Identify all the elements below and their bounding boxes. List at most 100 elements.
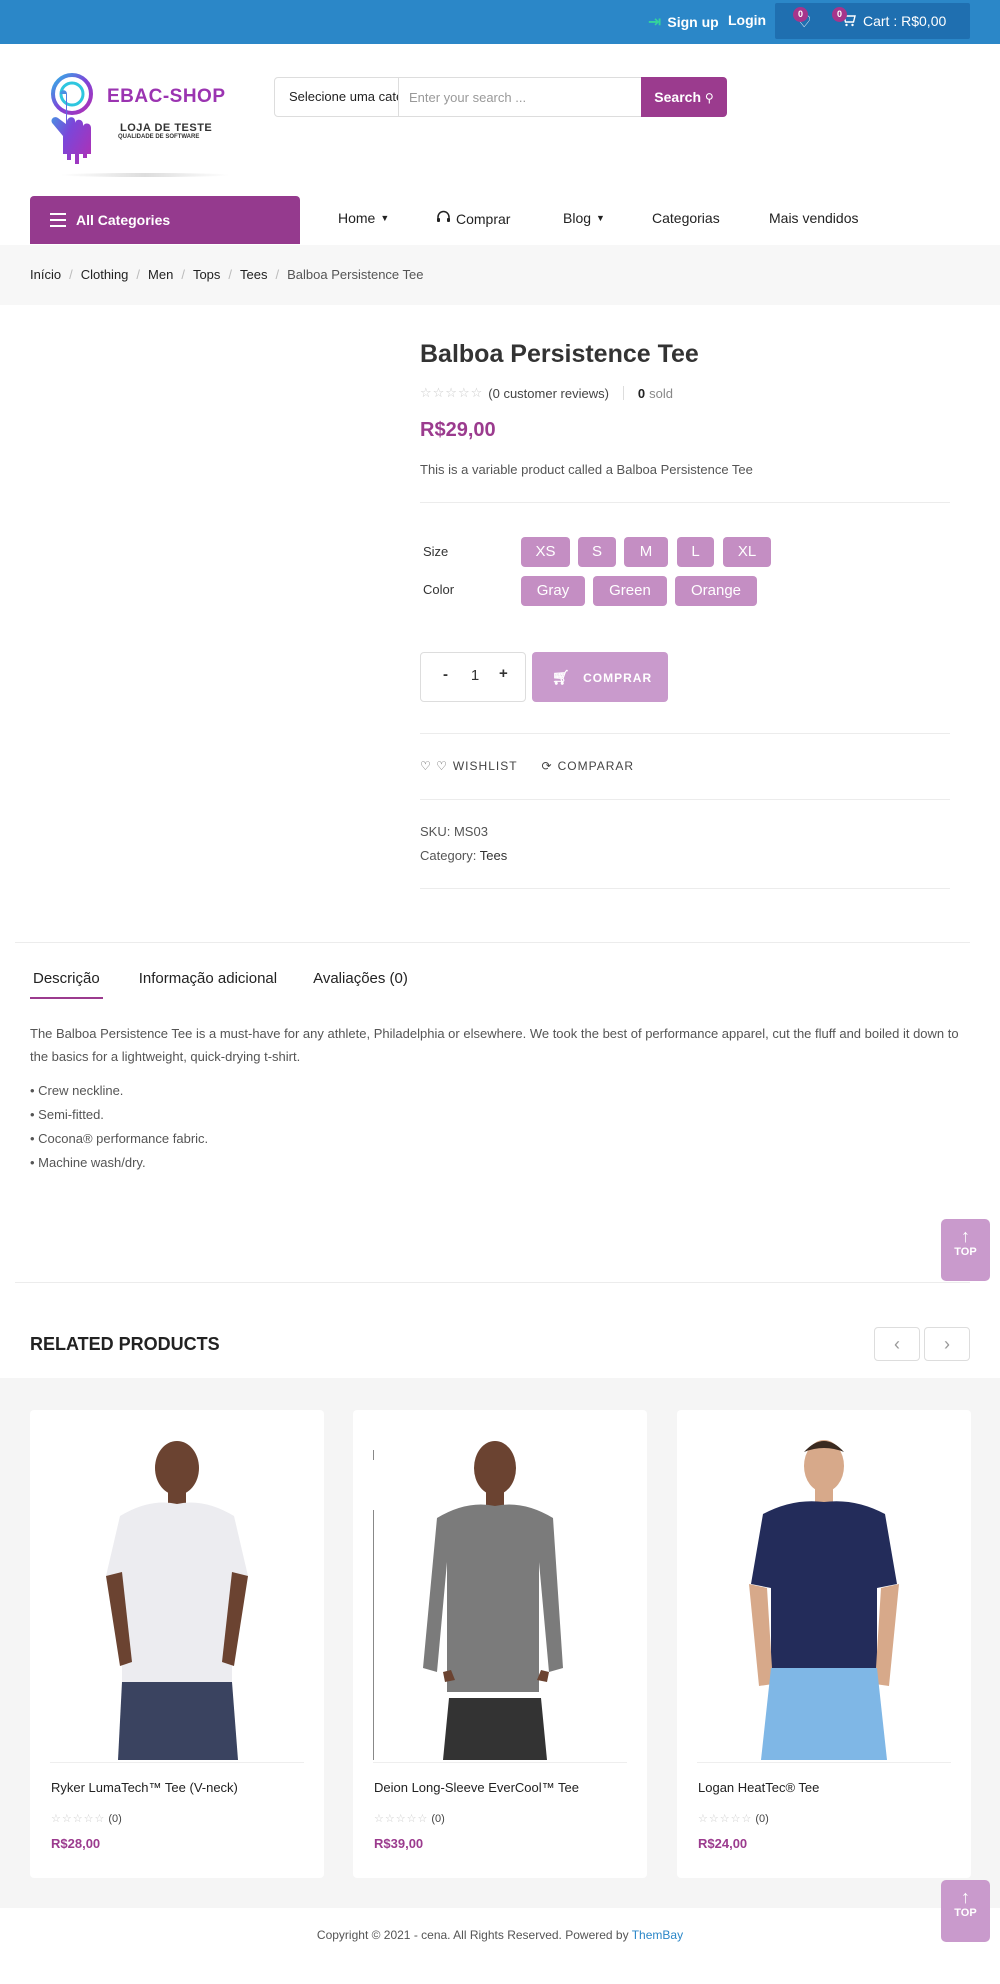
compare-button[interactable]: ⟳ COMPARAR (542, 759, 635, 773)
size-option-m[interactable]: M (624, 537, 668, 567)
breadcrumb-separator: / (228, 267, 233, 282)
logo-hand-icon (51, 73, 93, 164)
divider (420, 502, 950, 503)
carousel-prev-button[interactable]: ‹ (874, 1327, 920, 1361)
product-card[interactable]: Ryker LumaTech™ Tee (V-neck) ☆☆☆☆☆ (0) R… (30, 1410, 324, 1878)
cart-box[interactable]: ♡ 0 0 Cart : R$0,00 (775, 3, 970, 39)
product-card[interactable]: Deion Long-Sleeve EverCool™ Tee ☆☆☆☆☆ (0… (353, 1410, 647, 1878)
heart-icon: ♡ ♡ (420, 759, 448, 773)
breadcrumb-item-tops[interactable]: Tops (193, 267, 220, 282)
signup-link[interactable]: ⇥ Sign up (648, 12, 719, 32)
product-title: Balboa Persistence Tee (420, 340, 699, 368)
sold-count: 0 (637, 385, 646, 401)
size-option-l[interactable]: L (677, 537, 714, 567)
rating-stars-icon: ☆☆☆☆☆ (51, 1813, 106, 1825)
cart-total[interactable]: Cart : R$0,00 (863, 13, 946, 29)
customer-reviews-link[interactable]: (0 customer reviews) (488, 386, 609, 401)
divider (420, 733, 950, 734)
compare-label: COMPARAR (557, 759, 635, 773)
breadcrumb-item-clothing[interactable]: Clothing (81, 267, 129, 282)
product-short-description: This is a variable product called a Balb… (420, 462, 753, 477)
product-image[interactable] (50, 1430, 304, 1760)
category-select[interactable]: Selecione uma categoria (275, 78, 399, 116)
product-actions: ♡ ♡ WISHLIST ⟳ COMPARAR (420, 759, 634, 773)
breadcrumb-item-tees[interactable]: Tees (240, 267, 267, 282)
divider (420, 888, 950, 889)
footer: Copyright © 2021 - cena. All Rights Rese… (0, 1928, 1000, 1942)
breadcrumb: Início / Clothing / Men / Tops / Tees / Balbo… (30, 267, 424, 282)
buy-button[interactable]: 🛒︎ COMPRAR (532, 652, 668, 702)
product-rating: ☆☆☆☆☆ (0) (51, 1812, 122, 1825)
tab-avaliacoes[interactable]: Avaliações (0) (313, 970, 408, 999)
product-name[interactable]: Ryker LumaTech™ Tee (V-neck) (51, 1780, 238, 1795)
nav-comprar[interactable]: Comprar (436, 210, 510, 227)
product-rating: ☆☆☆☆☆ (0) (374, 1812, 445, 1825)
copyright-text: Copyright © 2021 - cena. All Rights Rese… (316, 1928, 632, 1942)
product-price: R$29,00 (420, 419, 496, 441)
divider (15, 942, 970, 943)
nav-home[interactable]: Home ▼ (338, 210, 389, 226)
qty-decrease-button[interactable]: - (443, 666, 448, 683)
product-image[interactable] (373, 1430, 627, 1760)
thembay-link[interactable]: ThemBay (632, 1928, 683, 1942)
tab-descricao[interactable]: Descrição (30, 970, 103, 999)
wishlist-count-badge: 0 (793, 7, 808, 22)
nav-mais-vendidos[interactable]: Mais vendidos (769, 210, 859, 226)
card-divider (50, 1762, 304, 1763)
tab-informacao-adicional[interactable]: Informação adicional (139, 970, 277, 999)
search-icon: ⚲ (704, 91, 714, 105)
nav-categorias[interactable]: Categorias (652, 210, 720, 226)
breadcrumb-separator: / (136, 267, 141, 282)
caret-down-icon: ▼ (596, 213, 605, 223)
category-row: Category: Tees (420, 848, 507, 863)
nav-blog[interactable]: Blog ▼ (563, 210, 605, 226)
site-logo[interactable]: EBAC-SHOP LOJA DE TESTE QUALIDADE DE SOF… (42, 68, 230, 178)
color-option-orange[interactable]: Orange (675, 576, 757, 606)
related-products-title: RELATED PRODUCTS (30, 1334, 220, 1354)
breadcrumb-item-men[interactable]: Men (148, 267, 173, 282)
breadcrumb-separator: / (275, 267, 280, 282)
size-option-s[interactable]: S (578, 537, 616, 567)
size-option-xl[interactable]: XL (723, 537, 771, 567)
nav-mais-vendidos-label: Mais vendidos (769, 210, 859, 226)
wishlist-label: WISHLIST (452, 759, 518, 773)
list-item: • Semi-fitted. (30, 1107, 104, 1122)
sku-row: SKU: MS03 (420, 824, 488, 839)
product-tabs: Descrição Informação adicional Avaliaçõe… (30, 970, 408, 999)
product-image[interactable] (697, 1430, 951, 1760)
rating-divider (622, 386, 624, 400)
all-categories-button[interactable]: All Categories (30, 196, 300, 244)
size-label: Size (423, 544, 449, 559)
description-bullets: • Crew neckline. • Semi-fitted. • Cocona… (30, 1079, 208, 1175)
login-link[interactable]: Login (728, 12, 766, 28)
refresh-icon: ⟳ (541, 759, 553, 773)
rating-stars-icon: ☆☆☆☆☆ (420, 385, 484, 400)
breadcrumb-item-inicio[interactable]: Início (30, 267, 61, 282)
sold-label: sold (649, 385, 674, 401)
search-button[interactable]: Search ⚲ (641, 77, 727, 117)
description-text: The Balboa Persistence Tee is a must-hav… (30, 1026, 959, 1064)
qty-increase-button[interactable]: + (499, 665, 508, 682)
back-to-top-button[interactable]: ↑ TOP (941, 1219, 990, 1281)
color-option-green[interactable]: Green (593, 576, 667, 606)
qty-value[interactable]: 1 (469, 667, 481, 684)
size-option-xs[interactable]: XS (521, 537, 570, 567)
carousel-next-button[interactable]: › (924, 1327, 970, 1361)
card-divider (373, 1762, 627, 1763)
color-option-gray[interactable]: Gray (521, 576, 585, 606)
category-label: Category: (420, 848, 477, 863)
product-name[interactable]: Logan HeatTec® Tee (698, 1780, 819, 1795)
signup-label: Sign up (667, 14, 719, 30)
nav-blog-label: Blog (563, 210, 592, 226)
search-input[interactable] (401, 79, 631, 115)
headset-icon (436, 210, 451, 227)
signin-icon: ⇥ (648, 14, 662, 31)
rating-stars-icon: ☆☆☆☆☆ (374, 1813, 429, 1825)
wishlist-button[interactable]: ♡ ♡ WISHLIST (420, 759, 518, 773)
product-price: R$24,00 (698, 1836, 748, 1851)
category-link[interactable]: Tees (480, 848, 507, 863)
product-price: R$28,00 (51, 1836, 101, 1851)
product-name[interactable]: Deion Long-Sleeve EverCool™ Tee (374, 1780, 579, 1795)
product-rating: ☆☆☆☆☆ (0 customer reviews) 0 sold (420, 385, 673, 401)
product-card[interactable]: Logan HeatTec® Tee ☆☆☆☆☆ (0) R$24,00 (677, 1410, 971, 1878)
